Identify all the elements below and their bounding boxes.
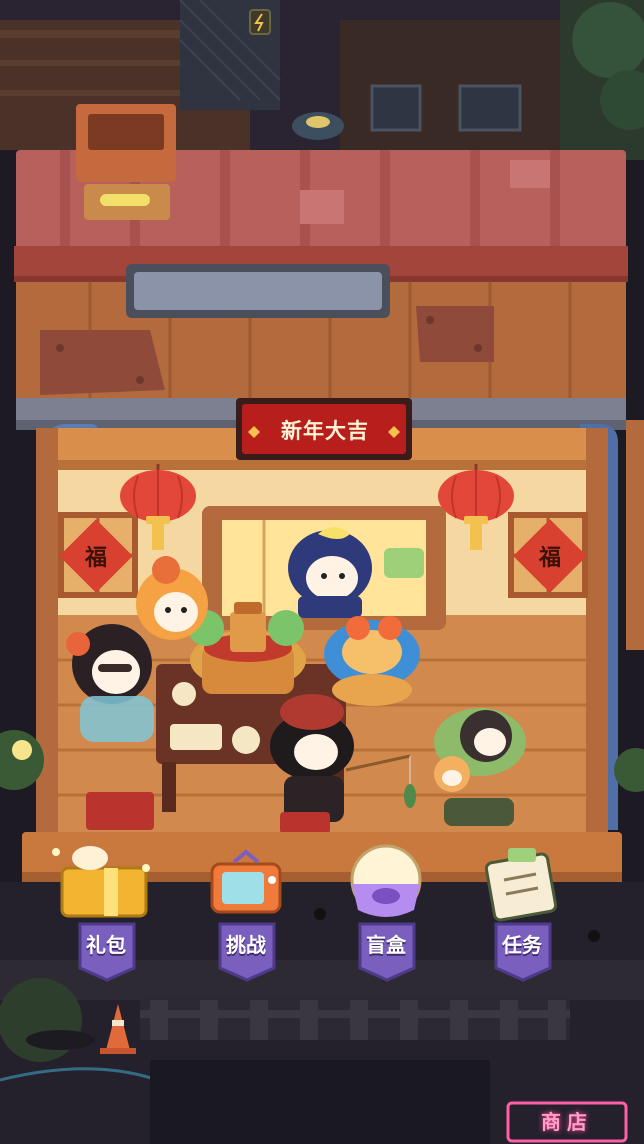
game-stage: 新年大吉 福 福 礼包 挑战 盲盒 任务 商店 (0, 0, 644, 1144)
restaurant-sign-text: 新年大吉 (281, 419, 369, 443)
gift-pack-label: 礼包 (86, 933, 126, 957)
blind-box-button[interactable]: 盲盒 (340, 866, 432, 986)
fu-decoration-right: 福 (538, 545, 561, 571)
challenge-label: 挑战 (226, 933, 266, 957)
fu-decoration-left: 福 (84, 545, 107, 571)
blind-box-label: 盲盒 (366, 933, 406, 957)
gift-pack-button[interactable]: 礼包 (60, 866, 152, 986)
shop-label: 商店 (541, 1110, 593, 1134)
shop-button[interactable]: 商店 (508, 1103, 626, 1141)
tasks-button[interactable]: 任务 (476, 866, 568, 986)
challenge-button[interactable]: 挑战 (200, 866, 292, 986)
tasks-label: 任务 (502, 933, 542, 957)
